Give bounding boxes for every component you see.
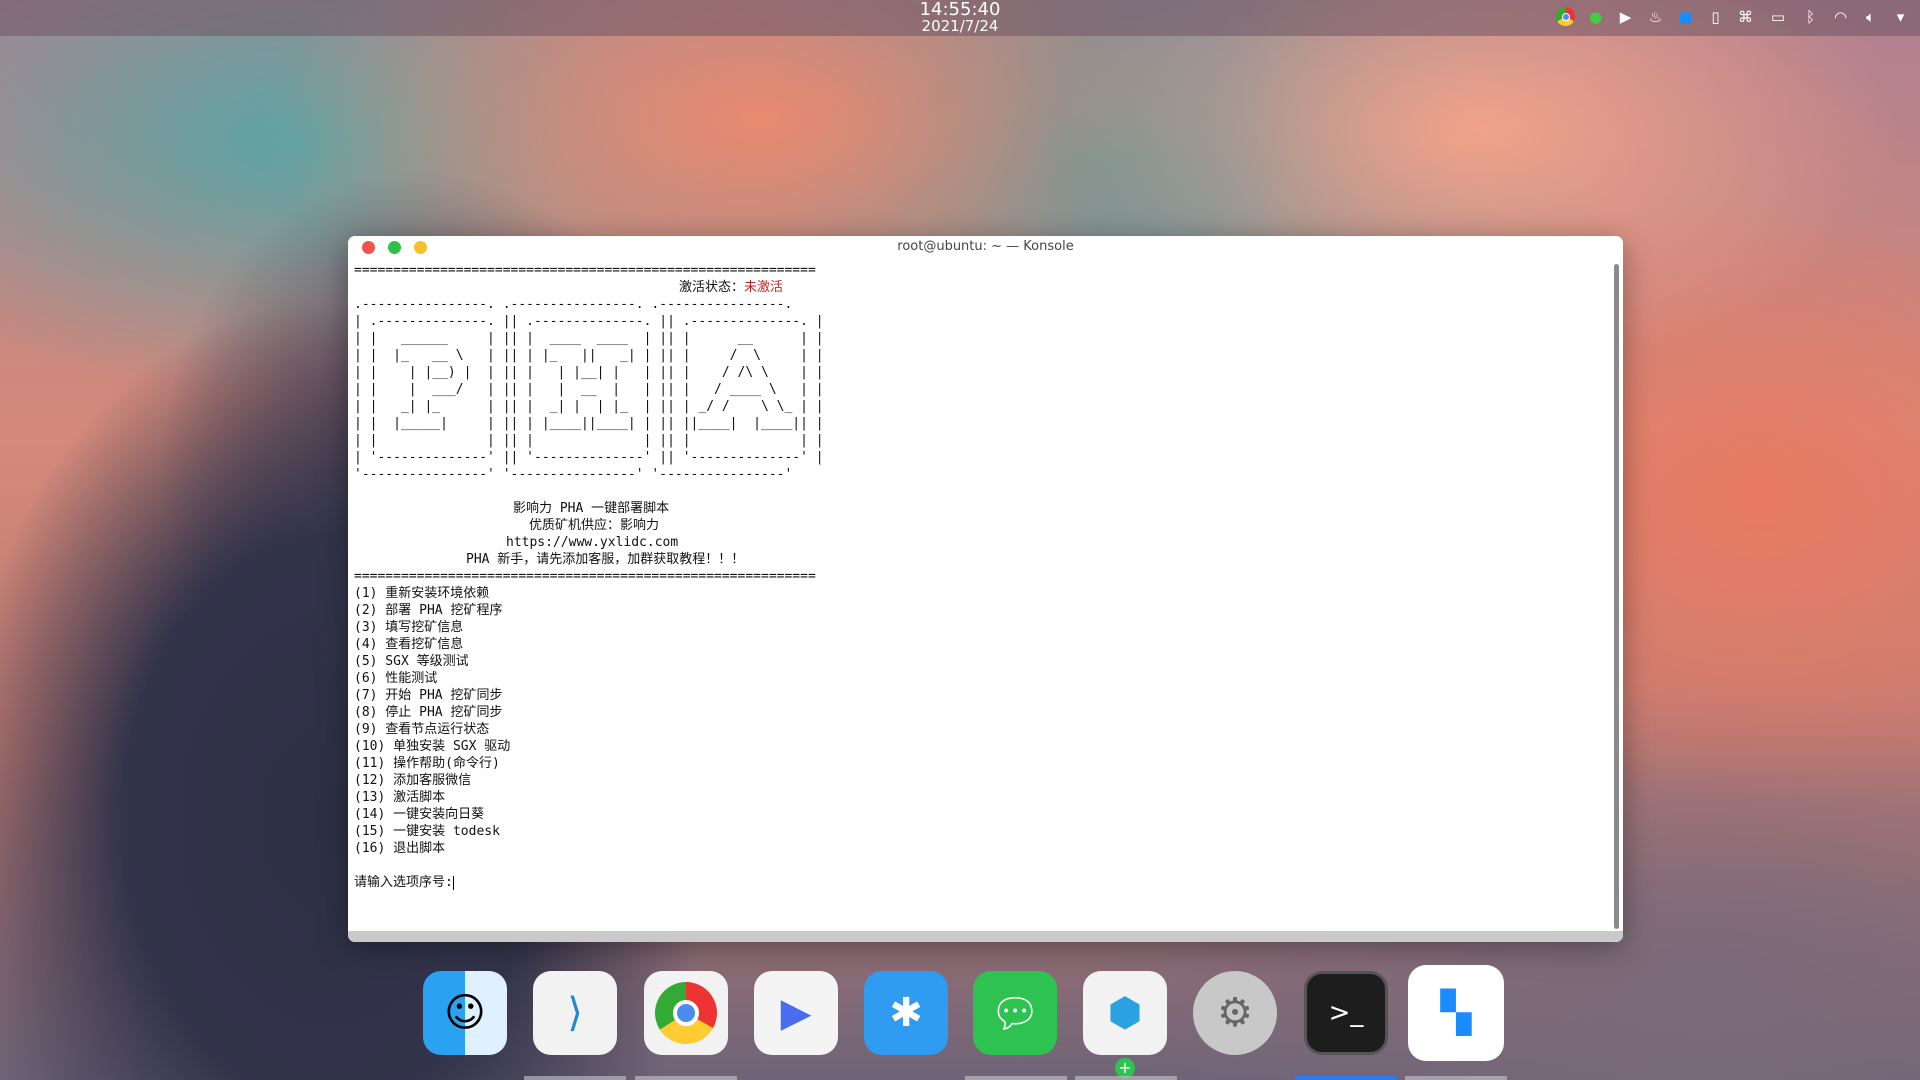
- active-indicator: [1295, 1076, 1397, 1080]
- menu-option: (6) 性能测试: [354, 671, 438, 686]
- menu-option: (4) 查看挖矿信息: [354, 637, 464, 652]
- prompt: 请输入选项序号:: [354, 875, 453, 890]
- running-indicator: [635, 1076, 737, 1080]
- dropdown-icon[interactable]: ▾: [1891, 7, 1910, 26]
- activation-status: 激活状态：未激活: [354, 279, 824, 296]
- dock-settings-icon[interactable]: ⚙: [1193, 971, 1277, 1055]
- system-tray: ● ▶ ♨ ■ ▯ ⌘ ▭ ᛒ ◠ 🔈︎ ▾: [1556, 7, 1910, 26]
- konsole-window: root@ubuntu: ~ — Konsole ===============…: [348, 236, 1623, 942]
- dock-video-player-icon[interactable]: ▶: [754, 971, 838, 1055]
- command-icon[interactable]: ⌘: [1736, 7, 1755, 26]
- ascii-art-line: | | ______ | || | ____ ____ | || | __ | …: [354, 331, 824, 346]
- menu-option: (16) 退出脚本: [354, 841, 446, 856]
- window-title: root@ubuntu: ~ — Konsole: [897, 239, 1074, 254]
- menu-option: (14) 一键安装向日葵: [354, 807, 485, 822]
- status-label: 激活状态：: [679, 280, 745, 295]
- running-indicator: [524, 1076, 626, 1080]
- menu-option: (8) 停止 PHA 挖矿同步: [354, 705, 503, 720]
- text-cursor: [452, 875, 454, 890]
- clipboard-icon[interactable]: ▯: [1706, 7, 1725, 26]
- volume-icon[interactable]: 🔈︎: [1861, 7, 1880, 26]
- dock-system-monitor-icon[interactable]: ⬢: [1083, 971, 1167, 1055]
- ascii-art-line: | | | |__) | | || | | |__| | | || | / /\…: [354, 365, 824, 380]
- menu-option: (5) SGX 等级测试: [354, 654, 469, 669]
- battery-icon[interactable]: ▭: [1766, 7, 1790, 26]
- info-line: 影响力 PHA 一键部署脚本: [513, 501, 670, 516]
- todesk-icon[interactable]: ■: [1676, 7, 1695, 26]
- ascii-art-line: '----------------' '----------------' '-…: [354, 467, 793, 482]
- separator: ========================================…: [354, 263, 816, 278]
- running-indicator: [1075, 1076, 1177, 1080]
- info-line: 优质矿机供应：影响力: [529, 518, 660, 533]
- ascii-art-line: | '--------------' || '--------------' |…: [354, 450, 824, 465]
- option-menu: (1) 重新安装环境依赖 (2) 部署 PHA 挖矿程序 (3) 填写挖矿信息 (4)…: [354, 585, 824, 857]
- dock-terminal-icon[interactable]: >_: [1304, 971, 1388, 1055]
- dock-todesk-icon[interactable]: ▚: [1408, 965, 1504, 1061]
- dock-wechat-icon[interactable]: 💬︎: [973, 971, 1057, 1055]
- menu-option: (9) 查看节点运行状态: [354, 722, 490, 737]
- maximize-button[interactable]: [388, 241, 401, 254]
- running-indicator: [965, 1076, 1067, 1080]
- menu-option: (2) 部署 PHA 挖矿程序: [354, 603, 503, 618]
- separator: ========================================…: [354, 569, 816, 584]
- vertical-scrollbar[interactable]: [1614, 264, 1619, 929]
- ascii-art-line: | | |_____| | || | |____||____| | || ||_…: [354, 416, 824, 431]
- prompt-line[interactable]: 请输入选项序号:: [354, 874, 824, 891]
- running-indicator: [1405, 1076, 1507, 1080]
- info-line: PHA 新手，请先添加客服，加群获取教程！！！: [466, 552, 745, 567]
- flame-icon[interactable]: ♨: [1646, 7, 1665, 26]
- play-icon[interactable]: ▶: [1616, 7, 1635, 26]
- ascii-art-line: | | | || | | || | | |: [354, 433, 824, 448]
- terminal-output[interactable]: ========================================…: [354, 262, 824, 891]
- dock-vscode-icon[interactable]: ⟩: [533, 971, 617, 1055]
- add-icon: +: [1115, 1058, 1135, 1078]
- ascii-art-line: .----------------. .----------------. .-…: [354, 297, 793, 312]
- menu-option: (12) 添加客服微信: [354, 773, 472, 788]
- menu-option: (13) 激活脚本: [354, 790, 446, 805]
- menu-option: (15) 一键安装 todesk: [354, 824, 500, 839]
- menu-option: (7) 开始 PHA 挖矿同步: [354, 688, 503, 703]
- ascii-art-line: | .--------------. || .--------------. |…: [354, 314, 824, 329]
- menu-bar: 14:55:40 2021/7/24 ● ▶ ♨ ■ ▯ ⌘ ▭ ᛒ ◠ 🔈︎ …: [0, 0, 1920, 36]
- close-button[interactable]: [362, 241, 375, 254]
- minimize-button[interactable]: [414, 241, 427, 254]
- wifi-icon[interactable]: ◠: [1831, 7, 1850, 26]
- chrome-icon[interactable]: [1556, 7, 1575, 26]
- dock-app-store-icon[interactable]: ✱: [864, 971, 948, 1055]
- dock-chrome-icon[interactable]: [644, 971, 728, 1055]
- title-bar[interactable]: root@ubuntu: ~ — Konsole: [348, 236, 1623, 258]
- info-link[interactable]: https://www.yxlidc.com: [354, 534, 824, 551]
- ascii-art-line: | | |_ __ \ | || | |_ || _| | || | / \ |…: [354, 348, 824, 363]
- ascii-art-line: | | | ___/ | || | | __ | | || | / ____ \…: [354, 382, 824, 397]
- ascii-logo: .----------------. .----------------. .-…: [354, 296, 824, 483]
- menu-option: (1) 重新安装环境依赖: [354, 586, 490, 601]
- status-value: 未激活: [744, 280, 784, 295]
- ascii-art-line: | | _| |_ | || | _| | | |_ | || | _/ / \…: [354, 399, 824, 414]
- menu-option: (11) 操作帮助(命令行): [354, 756, 500, 771]
- menu-option: (3) 填写挖矿信息: [354, 620, 464, 635]
- menu-option: (10) 单独安装 SGX 驱动: [354, 739, 511, 754]
- horizontal-scrollbar[interactable]: [348, 931, 1623, 942]
- wechat-icon[interactable]: ●: [1586, 7, 1605, 26]
- dock-finder-icon[interactable]: ☺: [423, 971, 507, 1055]
- bluetooth-icon[interactable]: ᛒ: [1801, 7, 1820, 26]
